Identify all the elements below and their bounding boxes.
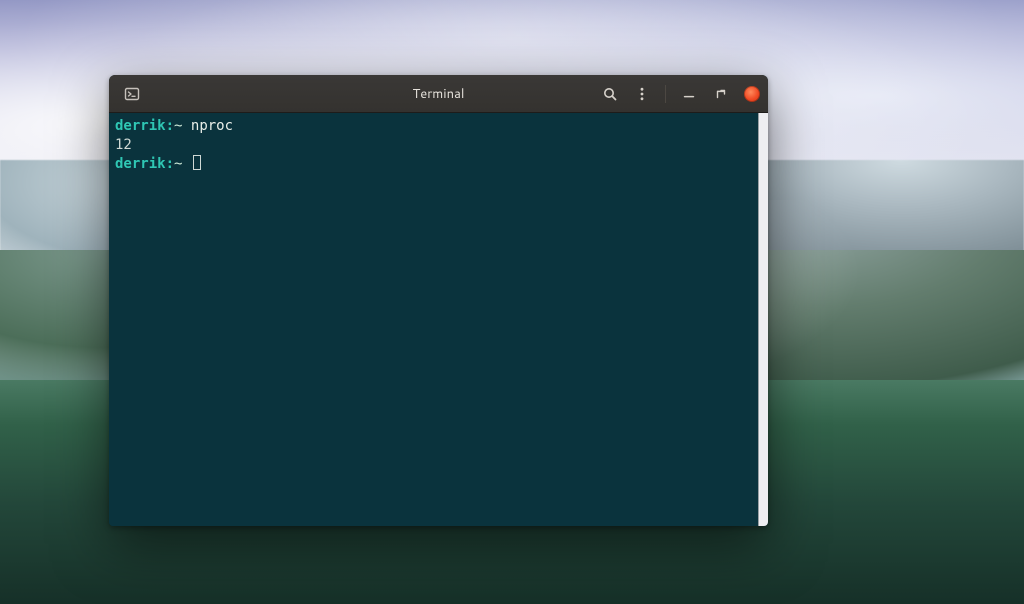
maximize-icon[interactable]: [712, 85, 730, 103]
kebab-menu-icon[interactable]: [633, 85, 651, 103]
close-icon[interactable]: [744, 86, 760, 102]
scrollbar[interactable]: [758, 113, 768, 526]
terminal-icon: [123, 85, 141, 103]
command: nproc: [191, 118, 233, 134]
minimize-icon[interactable]: [680, 85, 698, 103]
terminal-output[interactable]: derrik:~ nproc 12 derrik:~: [109, 113, 758, 526]
prompt: derrik:: [115, 118, 174, 134]
terminal-window: Terminal: [109, 75, 768, 526]
titlebar-separator: [665, 85, 666, 103]
prompt-path: ~: [174, 118, 182, 134]
prompt-path: ~: [174, 156, 182, 172]
terminal-body: derrik:~ nproc 12 derrik:~: [109, 113, 768, 526]
command-output: 12: [115, 137, 132, 153]
cursor: [193, 155, 201, 170]
titlebar[interactable]: Terminal: [109, 75, 768, 113]
search-icon[interactable]: [601, 85, 619, 103]
prompt: derrik:: [115, 156, 174, 172]
